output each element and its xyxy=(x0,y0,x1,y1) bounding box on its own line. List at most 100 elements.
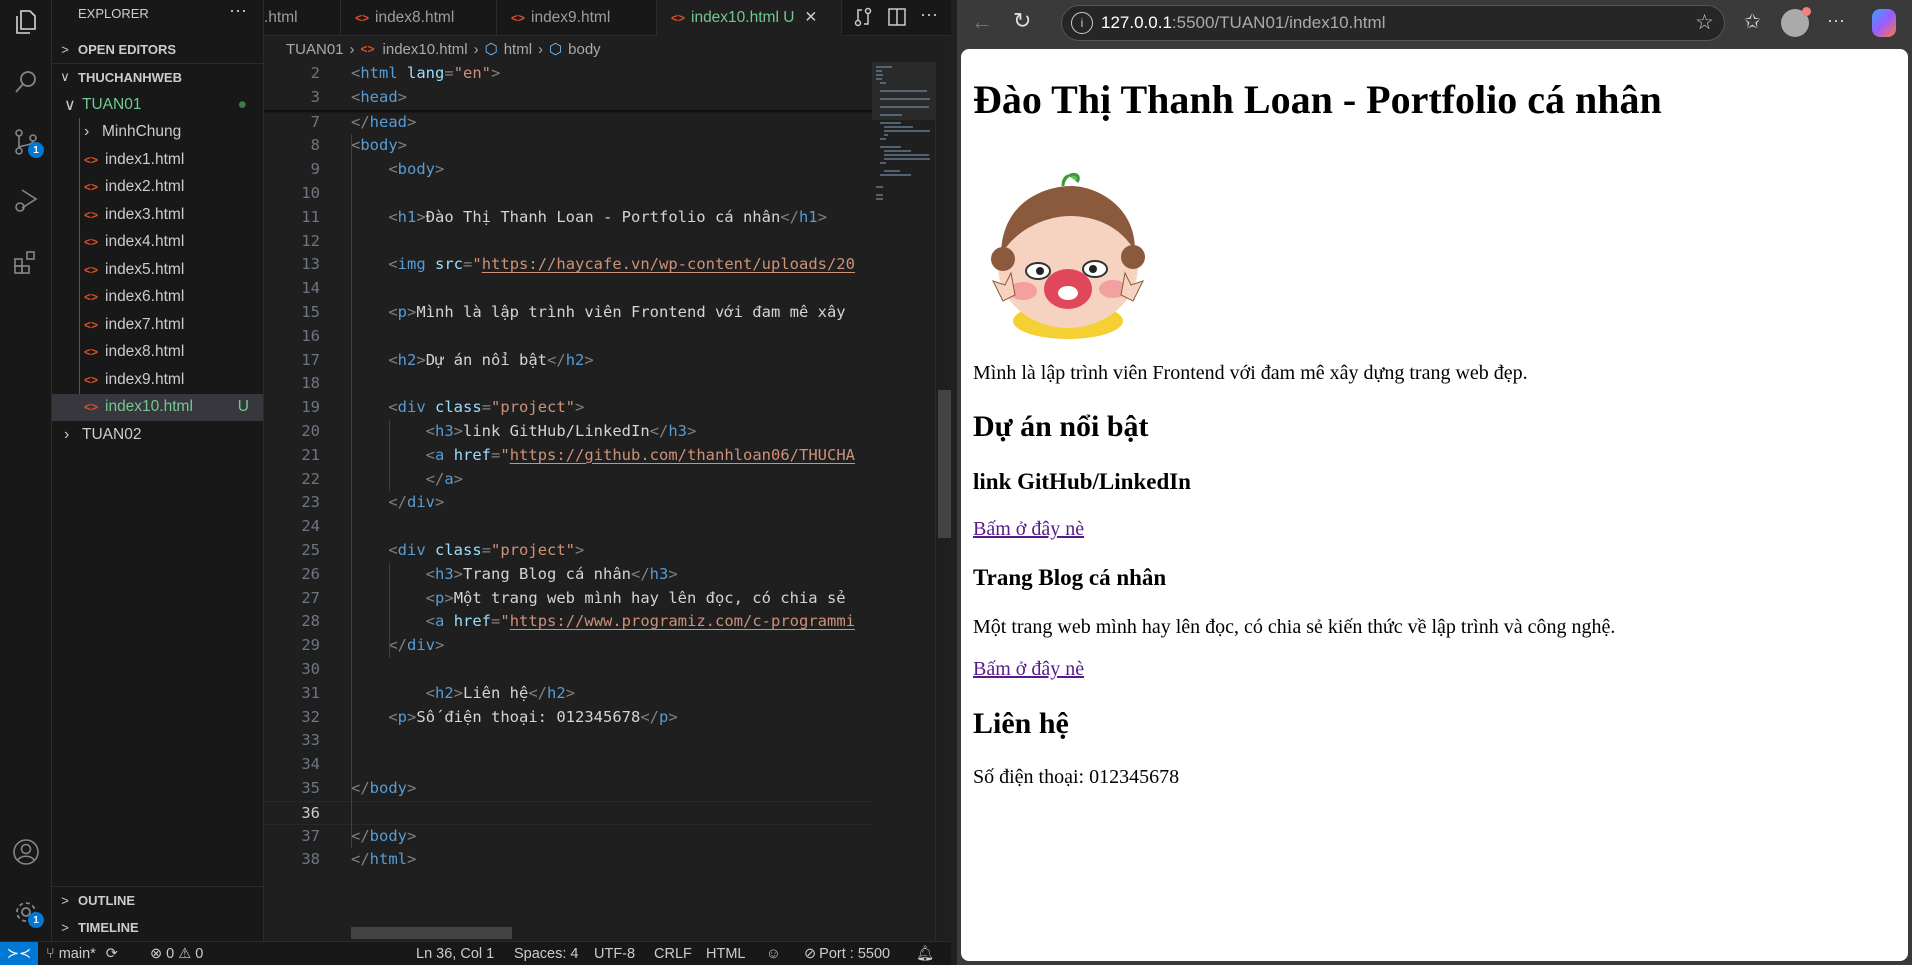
tree-item-index10-html[interactable]: <> index10.html U xyxy=(52,393,263,421)
address-bar[interactable]: i 127.0.0.1:5500/TUAN01/index10.html ☆ xyxy=(1061,5,1725,41)
code-line[interactable]: 33 xyxy=(264,729,872,753)
project1-link[interactable]: Bấm ở đây nè xyxy=(973,517,1084,541)
code-line[interactable]: 17 <h2>Dự án nổi bật</h2> xyxy=(264,349,872,373)
tree-item-index5-html[interactable]: <> index5.html xyxy=(52,256,263,284)
copilot-icon[interactable]: ☺ xyxy=(766,942,781,965)
tree-item-minhchung[interactable]: › MinhChung xyxy=(52,119,263,147)
code-line[interactable]: 10 xyxy=(264,182,872,206)
code-line[interactable]: 25 <div class="project"> xyxy=(264,539,872,563)
copilot-icon[interactable] xyxy=(1872,9,1896,37)
extensions-icon[interactable] xyxy=(8,244,44,280)
back-arrow-icon[interactable]: ← xyxy=(971,9,993,35)
code-line[interactable]: 29 </div> xyxy=(264,634,872,658)
favorite-star-icon[interactable]: ☆ xyxy=(1695,10,1714,35)
encoding[interactable]: UTF-8 xyxy=(594,942,635,965)
breadcrumb-symbol-html[interactable]: html xyxy=(504,41,532,58)
tree-item-index8-html[interactable]: <> index8.html xyxy=(52,339,263,367)
tab-index8[interactable]: <> index8.html xyxy=(341,0,497,36)
tree-item-index1-html[interactable]: <> index1.html xyxy=(52,146,263,174)
breadcrumb-file[interactable]: index10.html xyxy=(383,41,468,58)
tree-item-index4-html[interactable]: <> index4.html xyxy=(52,229,263,257)
open-editors-section[interactable]: > OPEN EDITORS xyxy=(52,36,263,62)
code-line[interactable]: 9 <body> xyxy=(264,158,872,182)
explorer-more-button[interactable]: ··· xyxy=(229,0,247,21)
code-line[interactable]: 38 </html> xyxy=(264,848,872,872)
code-line[interactable]: 36 xyxy=(264,800,872,825)
site-info-icon[interactable]: i xyxy=(1071,12,1093,34)
browser-menu-button[interactable]: ··· xyxy=(1827,10,1845,31)
tree-item-index6-html[interactable]: <> index6.html xyxy=(52,284,263,312)
search-icon[interactable] xyxy=(8,64,44,100)
breadcrumb-folder[interactable]: TUAN01 xyxy=(286,41,344,58)
vertical-scrollbar[interactable] xyxy=(935,62,951,941)
settings-gear-icon[interactable]: 1 xyxy=(8,894,44,930)
compare-changes-icon[interactable] xyxy=(852,6,874,33)
code-line[interactable]: 37 </body> xyxy=(264,825,872,849)
tree-item-tuan01[interactable]: ∨ TUAN01 ● xyxy=(52,91,263,119)
language-mode[interactable]: HTML xyxy=(706,942,745,965)
code-line[interactable]: 23 </div> xyxy=(264,491,872,515)
code-line[interactable]: 2 <html lang="en"> xyxy=(264,62,872,86)
code-line[interactable]: 22 </a> xyxy=(264,468,872,492)
tree-item-index2-html[interactable]: <> index2.html xyxy=(52,174,263,202)
tree-item-tuan02[interactable]: › TUAN02 xyxy=(52,421,263,449)
code-line[interactable]: 20 <h3>link GitHub/LinkedIn</h3> xyxy=(264,420,872,444)
horizontal-scrollbar-thumb[interactable] xyxy=(351,927,512,939)
tab-close-button[interactable]: ✕ xyxy=(804,8,817,27)
cursor-position[interactable]: Ln 36, Col 1 xyxy=(416,942,494,965)
remote-indicator-icon[interactable]: ≻≺ xyxy=(0,942,38,965)
explorer-icon[interactable] xyxy=(8,4,44,40)
code-line[interactable]: 12 xyxy=(264,230,872,254)
outline-section[interactable]: > OUTLINE xyxy=(52,887,263,913)
sync-icon[interactable]: ⟳ xyxy=(106,946,118,962)
code-line[interactable]: 35 </body> xyxy=(264,777,872,801)
tree-item-index7-html[interactable]: <> index7.html xyxy=(52,311,263,339)
tree-item-index3-html[interactable]: <> index3.html xyxy=(52,201,263,229)
tab-partial[interactable]: .html xyxy=(264,0,341,36)
code-line[interactable]: 34 xyxy=(264,753,872,777)
code-line[interactable]: 18 xyxy=(264,372,872,396)
code-line[interactable]: 31 <h2>Liên hệ</h2> xyxy=(264,682,872,706)
breadcrumb-symbol-body[interactable]: body xyxy=(568,41,601,58)
code-line[interactable]: 15 <p>Mình là lập trình viên Frontend vớ… xyxy=(264,301,872,325)
code-line[interactable]: 30 xyxy=(264,658,872,682)
account-icon[interactable] xyxy=(8,834,44,870)
code-line[interactable]: 19 <div class="project"> xyxy=(264,396,872,420)
source-control-icon[interactable]: 1 xyxy=(8,124,44,160)
code-line[interactable]: 26 <h3>Trang Blog cá nhân</h3> xyxy=(264,563,872,587)
code-line[interactable]: 28 <a href="https://www.programiz.com/c-… xyxy=(264,610,872,634)
notifications-bell-icon[interactable]: 🔔︎ xyxy=(916,942,934,965)
run-debug-icon[interactable] xyxy=(8,182,44,218)
code-line[interactable]: 14 xyxy=(264,277,872,301)
refresh-icon[interactable]: ↻ xyxy=(1013,8,1031,34)
line-ending[interactable]: CRLF xyxy=(654,942,692,965)
workspace-section[interactable]: ∨ THUCHANHWEB xyxy=(52,64,263,90)
split-editor-icon[interactable] xyxy=(886,6,908,33)
more-actions-icon[interactable]: ··· xyxy=(920,4,938,25)
indentation[interactable]: Spaces: 4 xyxy=(514,942,579,965)
favorites-icon[interactable]: ✩ xyxy=(1744,9,1761,34)
branch-indicator[interactable]: ⑂ main* ⟳ xyxy=(46,942,118,965)
code-line[interactable]: 3 <head> xyxy=(264,85,872,110)
code-line[interactable]: 16 xyxy=(264,325,872,349)
code-line[interactable]: 27 <p>Một trang web mình hay lên đọc, có… xyxy=(264,587,872,611)
project2-link[interactable]: Bấm ở đây nè xyxy=(973,657,1084,681)
live-server-port[interactable]: ⊘ Port : 5500 xyxy=(804,942,890,965)
timeline-section[interactable]: > TIMELINE xyxy=(52,914,263,940)
tab-index9[interactable]: <> index9.html xyxy=(497,0,657,36)
scrollbar-thumb[interactable] xyxy=(938,390,951,538)
problems-indicator[interactable]: ⊗ 0 ⚠ 0 xyxy=(150,942,203,965)
code-line[interactable]: 21 <a href="https://github.com/thanhloan… xyxy=(264,444,872,468)
code-line[interactable]: 8 <body> xyxy=(264,134,872,158)
code-line[interactable]: 13 <img src="https://haycafe.vn/wp-conte… xyxy=(264,253,872,277)
code-line[interactable]: 7 </head> xyxy=(264,111,872,135)
tree-item-index9-html[interactable]: <> index9.html xyxy=(52,366,263,394)
profile-avatar[interactable] xyxy=(1781,7,1811,37)
code-editor[interactable]: 2 <html lang="en"> 3 <head> 7 </head> 8 <body> 9… xyxy=(264,62,951,941)
tab-index10[interactable]: <> index10.html U ✕ xyxy=(657,0,842,36)
code-line[interactable]: 11 <h1>Đào Thị Thanh Loan - Portfolio cá… xyxy=(264,206,872,230)
minimap[interactable] xyxy=(872,62,935,941)
code-line[interactable]: 32 <p>Số điện thoại: 012345678</p> xyxy=(264,706,872,730)
code-area[interactable]: 2 <html lang="en"> 3 <head> 7 </head> 8 <body> 9… xyxy=(264,62,872,941)
code-line[interactable]: 24 xyxy=(264,515,872,539)
